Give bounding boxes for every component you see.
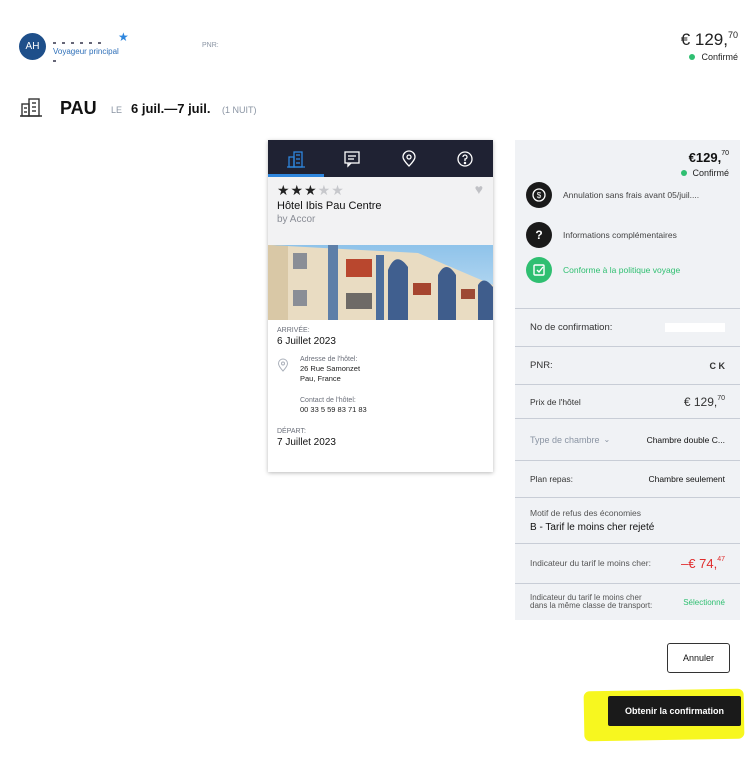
tab-location[interactable]	[381, 140, 437, 177]
booking-status: Confirmé	[689, 52, 738, 62]
status-dot	[689, 54, 696, 60]
chevron-down-icon[interactable]: ⌄	[604, 435, 611, 444]
help-icon: ?	[526, 222, 552, 248]
hotel-photo	[268, 245, 493, 320]
status-dot	[681, 170, 688, 176]
cancel-button[interactable]: Annuler	[667, 643, 730, 673]
departure-date: 7 Juillet 2023	[277, 437, 336, 448]
pnr-value: C K	[709, 360, 726, 371]
star-icon: ★	[118, 30, 129, 44]
lowest-fare-row: Indicateur du tarif le moins cher: –€ 74…	[515, 543, 740, 583]
address-line-1: 26 Rue Samonzet	[300, 364, 361, 373]
policy-compliance: Conforme à la politique voyage	[526, 257, 680, 283]
address-label: Adresse de l'hôtel:	[300, 356, 358, 363]
contact-label: Contact de l'hôtel:	[300, 397, 356, 404]
pnr-redacted	[226, 45, 288, 48]
get-confirmation-button[interactable]: Obtenir la confirmation	[608, 696, 741, 726]
building-icon	[287, 150, 306, 168]
date-prefix: LE	[111, 105, 123, 115]
arrival-date: 6 Juillet 2023	[277, 336, 336, 347]
help-icon	[457, 150, 473, 167]
booking-details-panel: €129,70 Confirmé $ Annulation sans frais…	[515, 140, 740, 620]
address-line-2: Pau, France	[300, 374, 341, 383]
hotel-price-row: Prix de l'hôtel € 129,70	[515, 384, 740, 418]
avatar: AH	[19, 33, 46, 60]
traveler-name-redacted	[53, 34, 113, 62]
refund-icon: $	[526, 182, 552, 208]
building-icon	[20, 96, 42, 123]
message-icon	[344, 150, 361, 168]
tab-help[interactable]	[437, 140, 493, 177]
meal-plan-row: Plan repas: Chambre seulement	[515, 460, 740, 497]
svg-text:$: $	[537, 191, 542, 200]
location-pin-icon	[277, 356, 297, 383]
lowest-class-fare-row: Indicateur du tarif le moins cher dans l…	[515, 583, 740, 620]
panel-price: €129,70	[688, 150, 729, 165]
pnr-row: PNR: C K	[515, 346, 740, 384]
heart-icon[interactable]: ♥	[475, 181, 483, 197]
date-range: 6 juil.—7 juil.	[131, 101, 211, 116]
hotel-name: Hôtel Ibis Pau Centre	[277, 200, 382, 212]
traveler-role: Voyageur principal	[53, 47, 119, 56]
tab-messages[interactable]	[324, 140, 380, 177]
departure-label: DÉPART:	[277, 428, 306, 435]
confirmation-number-row: No de confirmation:	[515, 308, 740, 346]
tab-hotel[interactable]	[268, 140, 325, 177]
refusal-reason-row: Motif de refus des économies B - Tarif l…	[515, 497, 740, 543]
panel-status: Confirmé	[681, 168, 729, 178]
more-info[interactable]: ? Informations complémentaires	[526, 222, 677, 248]
pnr-label: PNR:	[202, 42, 219, 49]
hotel-card: ★★★★★ ♥ Hôtel Ibis Pau Centre by Accor A…	[268, 140, 493, 472]
nights-count: (1 NUIT)	[222, 105, 257, 115]
policy-check-icon	[526, 257, 552, 283]
arrival-label: ARRIVÉE:	[277, 327, 310, 334]
confirmation-number-redacted	[665, 323, 725, 332]
hotel-details: ARRIVÉE: 6 Juillet 2023 Adresse de l'hôt…	[268, 320, 493, 455]
location-pin-icon	[401, 149, 416, 167]
total-price: € 129,70	[680, 30, 738, 49]
hotel-summary: ★★★★★ ♥ Hôtel Ibis Pau Centre by Accor	[268, 177, 493, 245]
room-type-row[interactable]: Type de chambre ⌄ Chambre double C...	[515, 418, 740, 460]
contact-phone: 00 33 5 59 83 71 83	[300, 405, 367, 414]
cancellation-info[interactable]: $ Annulation sans frais avant 05/juil...…	[526, 182, 699, 208]
city-name: PAU	[60, 98, 97, 118]
hotel-brand: by Accor	[277, 214, 316, 225]
hotel-card-tabs	[268, 140, 493, 177]
star-rating: ★★★★★	[277, 182, 345, 198]
